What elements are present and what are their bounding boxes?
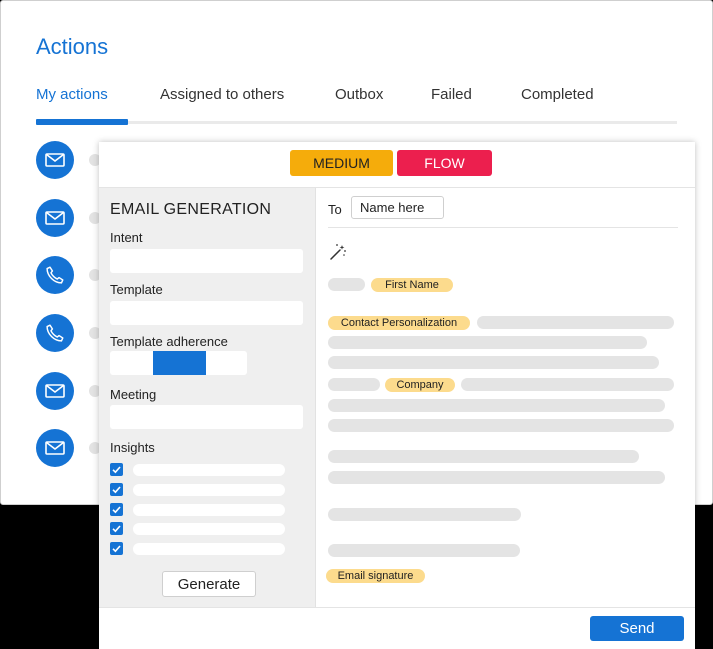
- generate-button[interactable]: Generate: [162, 571, 256, 597]
- tab-my-actions[interactable]: My actions: [36, 86, 108, 103]
- email-generation-heading: EMAIL GENERATION: [110, 201, 272, 218]
- text-placeholder: [461, 378, 674, 391]
- page-title: Actions: [36, 34, 109, 59]
- tab-bar: My actions Assigned to others Outbox Fai…: [36, 86, 677, 126]
- envelope-icon: [45, 441, 65, 455]
- checkmark-icon: [112, 466, 121, 474]
- checkmark-icon: [112, 525, 121, 533]
- insight-placeholder: [133, 523, 285, 535]
- action-item-email-2[interactable]: [36, 199, 74, 237]
- template-field[interactable]: [110, 301, 303, 325]
- intent-field[interactable]: [110, 249, 303, 273]
- template-adherence-selected[interactable]: [153, 351, 206, 375]
- template-label: Template: [110, 282, 163, 297]
- email-editor: To Name here First Name Contact Personal…: [316, 188, 695, 607]
- phone-icon: [46, 266, 64, 284]
- tab-failed[interactable]: Failed: [431, 86, 472, 103]
- text-placeholder: [328, 399, 665, 412]
- envelope-icon: [45, 384, 65, 398]
- insights-label: Insights: [110, 440, 155, 455]
- insight-checkbox[interactable]: [110, 522, 123, 535]
- text-placeholder: [328, 450, 639, 463]
- generation-settings: EMAIL GENERATION Intent Template Templat…: [99, 188, 316, 607]
- checkmark-icon: [112, 545, 121, 553]
- checkmark-icon: [112, 486, 121, 494]
- first-name-tag[interactable]: First Name: [371, 278, 453, 292]
- intent-label: Intent: [110, 230, 143, 245]
- contact-personalization-tag[interactable]: Contact Personalization: [328, 316, 470, 330]
- insight-checkbox[interactable]: [110, 463, 123, 476]
- badge-bar: MEDIUM FLOW: [99, 142, 695, 188]
- text-placeholder: [328, 336, 647, 349]
- insight-placeholder: [133, 543, 285, 555]
- text-placeholder: [328, 356, 659, 369]
- text-placeholder: [328, 544, 520, 557]
- email-generation-panel: MEDIUM FLOW EMAIL GENERATION Intent Temp…: [99, 142, 695, 649]
- text-placeholder: [328, 471, 665, 484]
- phone-icon: [46, 324, 64, 342]
- text-placeholder: [328, 378, 380, 391]
- tab-assigned-to-others[interactable]: Assigned to others: [160, 86, 284, 103]
- text-placeholder: [328, 419, 674, 432]
- panel-footer: Send: [99, 607, 695, 649]
- action-item-call-2[interactable]: [36, 314, 74, 352]
- text-placeholder: [328, 278, 365, 291]
- envelope-icon: [45, 211, 65, 225]
- medium-badge: MEDIUM: [290, 150, 393, 176]
- insight-checkbox[interactable]: [110, 503, 123, 516]
- action-item-email-1[interactable]: [36, 141, 74, 179]
- magic-wand-icon[interactable]: [329, 243, 347, 261]
- text-placeholder: [328, 508, 521, 521]
- send-button[interactable]: Send: [590, 616, 684, 641]
- action-item-email-4[interactable]: [36, 429, 74, 467]
- text-placeholder: [477, 316, 674, 329]
- meeting-label: Meeting: [110, 387, 157, 402]
- tab-completed[interactable]: Completed: [521, 86, 594, 103]
- template-adherence-selector[interactable]: [110, 351, 247, 375]
- divider: [328, 227, 678, 228]
- recipient-input[interactable]: Name here: [351, 196, 444, 219]
- insight-placeholder: [133, 484, 285, 496]
- template-adherence-label: Template adherence: [110, 334, 228, 349]
- tab-outbox[interactable]: Outbox: [335, 86, 383, 103]
- checkmark-icon: [112, 506, 121, 514]
- insight-checkbox[interactable]: [110, 483, 123, 496]
- tab-underline: [36, 121, 677, 124]
- insight-placeholder: [133, 504, 285, 516]
- insight-placeholder: [133, 464, 285, 476]
- action-item-call-1[interactable]: [36, 256, 74, 294]
- company-tag[interactable]: Company: [385, 378, 455, 392]
- action-item-email-3[interactable]: [36, 372, 74, 410]
- email-signature-tag[interactable]: Email signature: [326, 569, 425, 583]
- to-label: To: [328, 202, 342, 217]
- active-tab-indicator: [36, 119, 128, 125]
- meeting-field[interactable]: [110, 405, 303, 429]
- flow-badge: FLOW: [397, 150, 492, 176]
- insight-checkbox[interactable]: [110, 542, 123, 555]
- envelope-icon: [45, 153, 65, 167]
